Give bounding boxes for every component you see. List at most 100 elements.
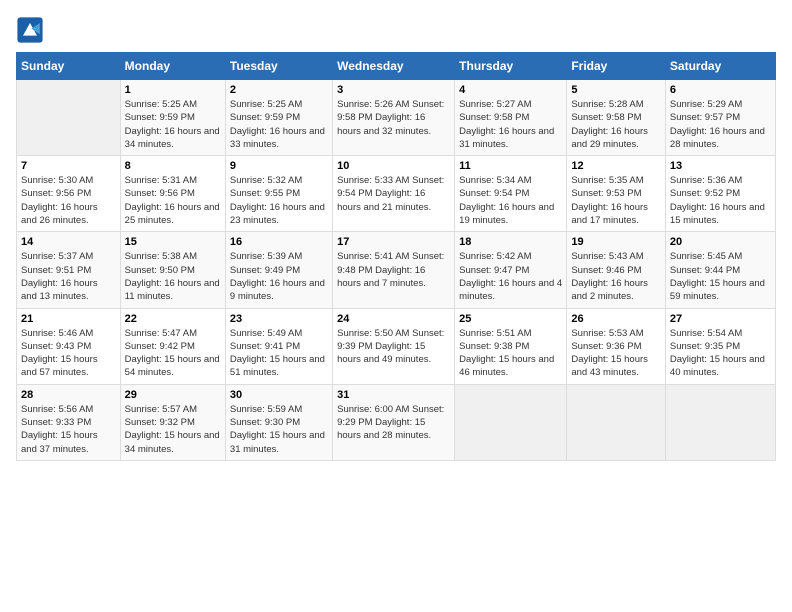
day-cell: 30Sunrise: 5:59 AM Sunset: 9:30 PM Dayli… [225, 384, 332, 460]
day-number: 23 [230, 313, 328, 325]
day-cell: 25Sunrise: 5:51 AM Sunset: 9:38 PM Dayli… [455, 308, 567, 384]
day-number: 10 [337, 160, 450, 172]
day-cell [567, 384, 666, 460]
day-info: Sunrise: 5:41 AM Sunset: 9:48 PM Dayligh… [337, 250, 450, 290]
day-number: 4 [459, 84, 562, 96]
day-cell: 18 Sunrise: 5:42 AM Sunset: 9:47 PM Dayli… [455, 232, 567, 308]
day-info: Sunrise: 5:25 AM Sunset: 9:59 PM Dayligh… [125, 98, 221, 151]
day-number: 17 [337, 236, 450, 248]
day-info: Sunrise: 5:46 AM Sunset: 9:43 PM Dayligh… [21, 327, 116, 380]
day-cell: 7 Sunrise: 5:30 AM Sunset: 9:56 PM Daylig… [17, 156, 121, 232]
calendar-header: SundayMondayTuesdayWednesdayThursdayFrid… [17, 53, 776, 80]
day-info: Sunrise: 5:29 AM Sunset: 9:57 PM Dayligh… [670, 98, 771, 151]
day-number: 19 [571, 236, 661, 248]
header-cell-wednesday: Wednesday [333, 53, 455, 80]
day-cell: 5 Sunrise: 5:28 AM Sunset: 9:58 PM Daylig… [567, 80, 666, 156]
day-info: Sunrise: 5:32 AM Sunset: 9:55 PM Dayligh… [230, 174, 328, 227]
day-cell: 3 Sunrise: 5:26 AM Sunset: 9:58 PM Daylig… [333, 80, 455, 156]
day-info: Sunrise: 5:30 AM Sunset: 9:56 PM Dayligh… [21, 174, 116, 227]
day-info: Sunrise: 5:43 AM Sunset: 9:46 PM Dayligh… [571, 250, 661, 303]
day-info: Sunrise: 5:59 AM Sunset: 9:30 PM Dayligh… [230, 403, 328, 456]
week-row-3: 14 Sunrise: 5:37 AM Sunset: 9:51 PM Dayli… [17, 232, 776, 308]
day-cell: 24 Sunrise: 5:50 AM Sunset: 9:39 PM Dayli… [333, 308, 455, 384]
day-cell: 28 Sunrise: 5:56 AM Sunset: 9:33 PM Dayli… [17, 384, 121, 460]
calendar-body: 1 Sunrise: 5:25 AM Sunset: 9:59 PM Daylig… [17, 80, 776, 461]
day-number: 25 [459, 313, 562, 325]
header-cell-tuesday: Tuesday [225, 53, 332, 80]
day-number: 22 [125, 313, 221, 325]
day-cell [665, 384, 775, 460]
header-cell-monday: Monday [120, 53, 225, 80]
day-cell: 31 Sunrise: 6:00 AM Sunset: 9:29 PM Dayli… [333, 384, 455, 460]
day-info: Sunrise: 5:34 AM Sunset: 9:54 PM Dayligh… [459, 174, 562, 227]
day-cell: 27 Sunrise: 5:54 AM Sunset: 9:35 PM Dayli… [665, 308, 775, 384]
day-number: 29 [125, 389, 221, 401]
day-cell: 22 Sunrise: 5:47 AM Sunset: 9:42 PM Dayli… [120, 308, 225, 384]
day-number: 24 [337, 313, 450, 325]
day-number: 9 [230, 160, 328, 172]
day-cell: 23 Sunrise: 5:49 AM Sunset: 9:41 PM Dayli… [225, 308, 332, 384]
day-cell: 20Sunrise: 5:45 AM Sunset: 9:44 PM Dayli… [665, 232, 775, 308]
day-info: Sunrise: 5:47 AM Sunset: 9:42 PM Dayligh… [125, 327, 221, 380]
day-info: Sunrise: 5:39 AM Sunset: 9:49 PM Dayligh… [230, 250, 328, 303]
logo-icon [16, 16, 44, 44]
day-cell [17, 80, 121, 156]
day-cell: 9 Sunrise: 5:32 AM Sunset: 9:55 PM Daylig… [225, 156, 332, 232]
day-info: Sunrise: 5:31 AM Sunset: 9:56 PM Dayligh… [125, 174, 221, 227]
day-info: Sunrise: 5:57 AM Sunset: 9:32 PM Dayligh… [125, 403, 221, 456]
day-info: Sunrise: 5:49 AM Sunset: 9:41 PM Dayligh… [230, 327, 328, 380]
header-cell-friday: Friday [567, 53, 666, 80]
week-row-4: 21 Sunrise: 5:46 AM Sunset: 9:43 PM Dayli… [17, 308, 776, 384]
week-row-1: 1 Sunrise: 5:25 AM Sunset: 9:59 PM Daylig… [17, 80, 776, 156]
day-number: 14 [21, 236, 116, 248]
day-info: Sunrise: 5:42 AM Sunset: 9:47 PM Dayligh… [459, 250, 562, 303]
header-cell-thursday: Thursday [455, 53, 567, 80]
day-info: Sunrise: 5:28 AM Sunset: 9:58 PM Dayligh… [571, 98, 661, 151]
day-cell: 17 Sunrise: 5:41 AM Sunset: 9:48 PM Dayli… [333, 232, 455, 308]
calendar-table: SundayMondayTuesdayWednesdayThursdayFrid… [16, 52, 776, 461]
day-info: Sunrise: 5:54 AM Sunset: 9:35 PM Dayligh… [670, 327, 771, 380]
day-info: Sunrise: 5:26 AM Sunset: 9:58 PM Dayligh… [337, 98, 450, 138]
day-cell: 2Sunrise: 5:25 AM Sunset: 9:59 PM Daylig… [225, 80, 332, 156]
day-number: 18 [459, 236, 562, 248]
day-number: 16 [230, 236, 328, 248]
page-header [16, 16, 776, 44]
day-cell: 1 Sunrise: 5:25 AM Sunset: 9:59 PM Daylig… [120, 80, 225, 156]
day-cell: 29 Sunrise: 5:57 AM Sunset: 9:32 PM Dayli… [120, 384, 225, 460]
day-cell: 4 Sunrise: 5:27 AM Sunset: 9:58 PM Daylig… [455, 80, 567, 156]
day-number: 12 [571, 160, 661, 172]
day-info: Sunrise: 5:45 AM Sunset: 9:44 PM Dayligh… [670, 250, 771, 303]
week-row-2: 7 Sunrise: 5:30 AM Sunset: 9:56 PM Daylig… [17, 156, 776, 232]
header-cell-saturday: Saturday [665, 53, 775, 80]
day-cell: 19 Sunrise: 5:43 AM Sunset: 9:46 PM Dayli… [567, 232, 666, 308]
day-number: 27 [670, 313, 771, 325]
day-info: Sunrise: 5:50 AM Sunset: 9:39 PM Dayligh… [337, 327, 450, 367]
day-cell: 8Sunrise: 5:31 AM Sunset: 9:56 PM Daylig… [120, 156, 225, 232]
day-cell: 12Sunrise: 5:35 AM Sunset: 9:53 PM Dayli… [567, 156, 666, 232]
day-cell [455, 384, 567, 460]
day-info: Sunrise: 5:53 AM Sunset: 9:36 PM Dayligh… [571, 327, 661, 380]
day-number: 13 [670, 160, 771, 172]
day-cell: 15Sunrise: 5:38 AM Sunset: 9:50 PM Dayli… [120, 232, 225, 308]
day-number: 7 [21, 160, 116, 172]
day-cell: 10Sunrise: 5:33 AM Sunset: 9:54 PM Dayli… [333, 156, 455, 232]
day-number: 6 [670, 84, 771, 96]
day-info: Sunrise: 6:00 AM Sunset: 9:29 PM Dayligh… [337, 403, 450, 443]
day-cell: 11Sunrise: 5:34 AM Sunset: 9:54 PM Dayli… [455, 156, 567, 232]
day-cell: 6 Sunrise: 5:29 AM Sunset: 9:57 PM Daylig… [665, 80, 775, 156]
day-number: 28 [21, 389, 116, 401]
day-number: 2 [230, 84, 328, 96]
day-number: 3 [337, 84, 450, 96]
day-number: 5 [571, 84, 661, 96]
day-info: Sunrise: 5:27 AM Sunset: 9:58 PM Dayligh… [459, 98, 562, 151]
day-cell: 26 Sunrise: 5:53 AM Sunset: 9:36 PM Dayli… [567, 308, 666, 384]
day-info: Sunrise: 5:56 AM Sunset: 9:33 PM Dayligh… [21, 403, 116, 456]
day-cell: 16 Sunrise: 5:39 AM Sunset: 9:49 PM Dayli… [225, 232, 332, 308]
day-number: 21 [21, 313, 116, 325]
day-cell: 21 Sunrise: 5:46 AM Sunset: 9:43 PM Dayli… [17, 308, 121, 384]
day-number: 31 [337, 389, 450, 401]
day-number: 26 [571, 313, 661, 325]
day-number: 1 [125, 84, 221, 96]
day-info: Sunrise: 5:37 AM Sunset: 9:51 PM Dayligh… [21, 250, 116, 303]
logo [16, 16, 48, 44]
